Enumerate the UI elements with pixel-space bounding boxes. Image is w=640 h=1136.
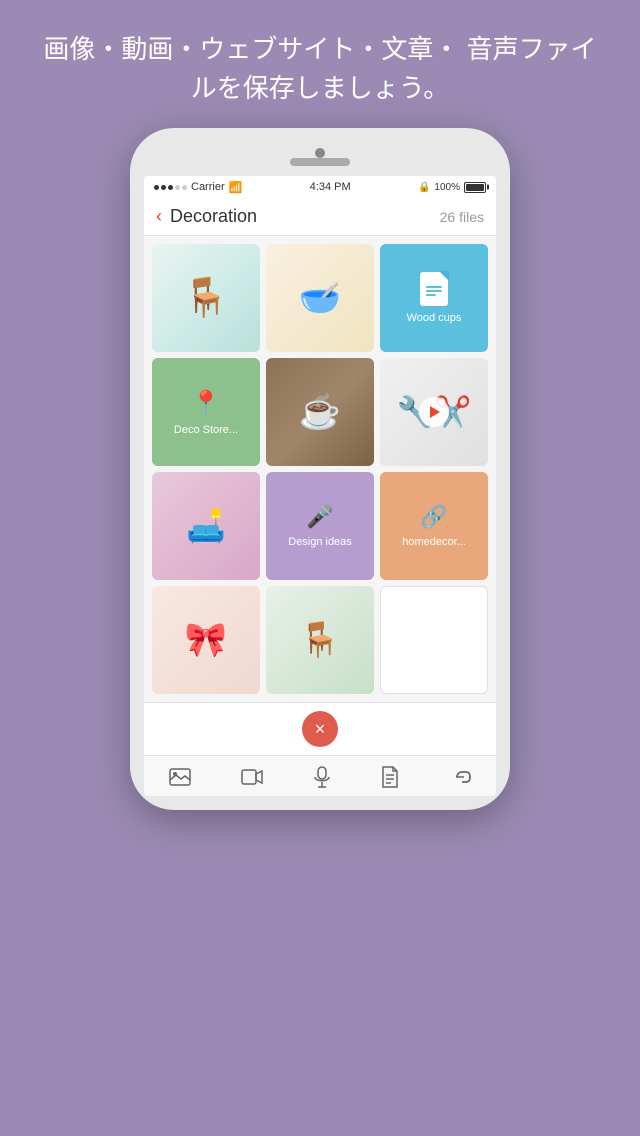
wifi-icon: 📶 [229,181,243,194]
toolbar-doc[interactable] [373,766,407,788]
toolbar-video[interactable] [233,768,271,786]
grid-item-5[interactable]: ☕ [266,358,374,466]
link-icon: 🔗 [420,504,447,530]
grid-item-7[interactable]: 🛋️ [152,472,260,580]
item-grid: 🪑 🥣 Wood cups 📍 Deco [144,236,496,702]
pin-icon: 📍 [191,389,221,418]
doc-line-2 [426,290,442,292]
nav-bar: ‹ Decoration 26 files [144,198,496,236]
image-toolbar-icon [169,768,191,786]
phone-top-area [144,142,496,172]
grid-item-2[interactable]: 🥣 [266,244,374,352]
grid-item-design-ideas[interactable]: 🎤 Design ideas [266,472,374,580]
nav-title: Decoration [170,206,440,227]
toolbar-mic[interactable] [305,766,339,788]
doc-toolbar-icon [381,766,399,788]
play-button[interactable] [419,397,449,427]
signal-dot-3 [168,185,173,190]
signal-dot-4 [175,185,180,190]
mic-icon: 🎤 [306,504,333,530]
battery-fill [466,184,484,191]
phone-frame: Carrier 📶 4:34 PM 🔒 100% ‹ Decoration 26… [130,128,510,810]
mic-toolbar-icon [313,766,331,788]
nav-files-count: 26 files [440,209,484,225]
header-text: 画像・動画・ウェブサイト・文章・ 音声ファイルを保存しましょう。 [0,0,640,128]
close-button[interactable]: × [302,711,338,747]
battery-percent: 100% [434,182,460,193]
toolbar-link[interactable] [441,770,479,784]
wood-cups-label: Wood cups [407,312,462,324]
homedecor-label: homedecor... [402,536,466,548]
chair-emoji: 🪑 [182,276,229,320]
top-text-area: 画像・動画・ウェブサイト・文章・ 音声ファイルを保存しましょう。 [0,0,640,128]
design-ideas-label: Design ideas [288,536,352,548]
bottom-toolbar [144,755,496,796]
doc-line-3 [426,294,436,296]
deco-store-label: Deco Store... [174,424,238,436]
roundboxes-emoji: 🎀 [185,620,227,660]
link-toolbar-icon [449,770,471,784]
carrier-label: Carrier [191,181,225,193]
signal-dot-1 [154,185,159,190]
tray-emoji: ☕ [299,392,341,432]
signal-dots [154,185,187,190]
phone-camera [315,148,325,158]
phone-screen: Carrier 📶 4:34 PM 🔒 100% ‹ Decoration 26… [144,176,496,796]
signal-dot-5 [182,185,187,190]
close-bar: × [144,702,496,755]
bowls-emoji: 🥣 [299,278,341,318]
grid-item-1[interactable]: 🪑 [152,244,260,352]
grid-item-10[interactable]: 🎀 [152,586,260,694]
grid-item-11[interactable]: 🪑 [266,586,374,694]
status-left: Carrier 📶 [154,181,242,194]
status-bar: Carrier 📶 4:34 PM 🔒 100% [144,176,496,198]
toolbar-image[interactable] [161,768,199,786]
battery-icon [464,182,486,193]
doc-line-1 [426,286,442,288]
lounger-emoji: 🪑 [299,620,341,660]
grid-item-6[interactable]: 🔧✂️ [380,358,488,466]
grid-item-empty [380,586,488,694]
play-triangle-icon [430,406,440,418]
sofa-emoji: 🛋️ [186,507,226,545]
status-time: 4:34 PM [310,181,351,193]
doc-lines [426,286,442,296]
lock-icon: 🔒 [418,182,430,193]
document-icon [420,272,448,306]
grid-item-deco-store[interactable]: 📍 Deco Store... [152,358,260,466]
phone-speaker [290,158,350,166]
status-right: 🔒 100% [418,182,486,193]
back-button[interactable]: ‹ [156,206,162,227]
video-toolbar-icon [241,768,263,786]
signal-dot-2 [161,185,166,190]
grid-item-wood-cups[interactable]: Wood cups [380,244,488,352]
grid-item-homedecor[interactable]: 🔗 homedecor... [380,472,488,580]
